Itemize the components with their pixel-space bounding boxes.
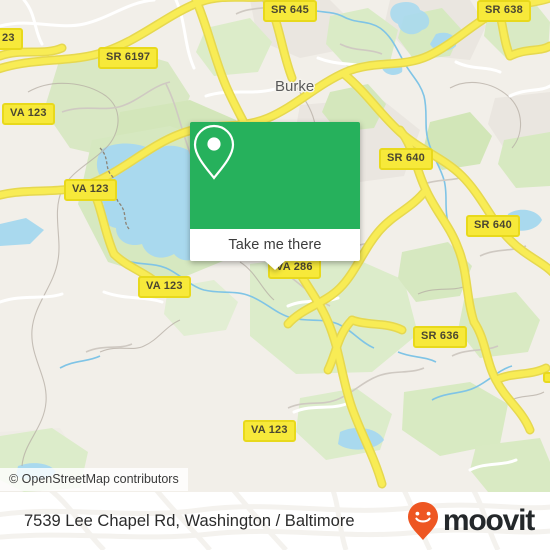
map-canvas[interactable]: 23 SR 6197 SR 645 SR 638 VA 123 VA 123 S… [0,0,550,492]
road-shield[interactable]: 23 [0,28,23,50]
moovit-logo[interactable]: moovit [406,501,535,541]
road-shield[interactable] [543,372,550,383]
road-shield[interactable]: SR 638 [477,0,531,22]
road-shield[interactable]: SR 640 [379,148,433,170]
road-shield[interactable]: SR 6197 [98,47,159,69]
map-pin-icon [193,124,235,180]
place-label-burke: Burke [275,78,315,95]
map-screenshot: 23 SR 6197 SR 645 SR 638 VA 123 VA 123 S… [0,0,550,550]
road-shield[interactable]: VA 123 [243,420,296,442]
footer-address: 7539 Lee Chapel Rd, Washington / Baltimo… [24,511,355,530]
popup-pointer-tail [265,261,285,270]
popup-header [190,122,360,229]
osm-attribution[interactable]: © OpenStreetMap contributors [0,468,188,491]
location-popup[interactable]: Take me there [190,122,360,270]
road-shield[interactable]: SR 640 [466,215,520,237]
take-me-there-label: Take me there [228,237,322,253]
road-shield[interactable]: VA 123 [64,179,117,201]
moovit-pin-smile-icon [407,502,438,540]
footer-bar: 7539 Lee Chapel Rd, Washington / Baltimo… [0,492,550,550]
road-shield[interactable]: SR 636 [413,326,467,348]
road-shield[interactable]: VA 123 [2,103,55,125]
road-shield[interactable]: SR 645 [263,0,317,22]
road-shield[interactable]: VA 123 [138,276,191,298]
moovit-wordmark: moovit [442,504,535,537]
popup-action-bar[interactable]: Take me there [190,229,360,270]
